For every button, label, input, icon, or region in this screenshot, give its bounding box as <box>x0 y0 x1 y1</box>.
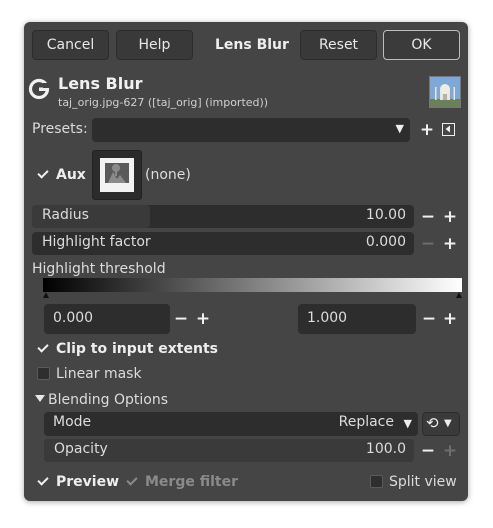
lens-blur-dialog: Cancel Help Lens Blur Reset OK Lens Blur… <box>24 22 468 501</box>
linear-mask-checkbox[interactable] <box>37 367 50 380</box>
image-icon <box>105 163 129 183</box>
cancel-button[interactable]: Cancel <box>32 30 109 60</box>
chevron-down-icon: ▼ <box>395 122 404 135</box>
aux-label: Aux <box>56 167 86 183</box>
filter-source: taj_orig.jpg-627 ([taj_orig] (imported)) <box>58 96 269 109</box>
rotate-icon: ⟲ <box>426 414 439 432</box>
highlight-factor-increase-button[interactable]: + <box>441 235 459 253</box>
split-view-label: Split view <box>389 474 457 490</box>
radius-decrease-button[interactable]: − <box>419 208 437 226</box>
threshold-high-decrease-button[interactable]: − <box>420 310 438 328</box>
aux-checkbox[interactable] <box>37 168 50 181</box>
threshold-low-value: 0.000 <box>53 310 94 326</box>
threshold-low-decrease-button[interactable]: − <box>172 310 190 328</box>
filter-name: Lens Blur <box>58 74 143 93</box>
blending-options-label[interactable]: Blending Options <box>48 392 168 408</box>
reset-button[interactable]: Reset <box>300 30 377 60</box>
aux-swatch <box>100 158 134 192</box>
gegl-icon <box>28 78 50 100</box>
opacity-decrease-button[interactable]: − <box>419 442 437 460</box>
chevron-down-icon: ▼ <box>444 418 452 429</box>
radius-value: 10.00 <box>365 207 406 223</box>
mode-label: Mode <box>53 414 92 430</box>
threshold-low-input[interactable]: 0.000 <box>44 304 170 334</box>
chevron-down-icon: ▼ <box>403 417 412 430</box>
preview-label: Preview <box>56 474 120 490</box>
aux-value: (none) <box>145 167 191 183</box>
highlight-factor-label: Highlight factor <box>42 234 151 250</box>
highlight-factor-value: 0.000 <box>365 234 406 250</box>
expander-triangle-icon[interactable] <box>35 395 45 402</box>
preset-menu-icon[interactable] <box>442 123 455 136</box>
presets-combo[interactable]: ▼ <box>92 118 410 142</box>
ok-button[interactable]: OK <box>383 30 460 60</box>
threshold-low-handle[interactable] <box>43 292 49 298</box>
radius-increase-button[interactable]: + <box>441 208 459 226</box>
highlight-threshold-label: Highlight threshold <box>32 261 166 277</box>
aux-preview[interactable] <box>92 150 142 200</box>
highlight-factor-slider[interactable]: Highlight factor 0.000 <box>32 232 414 255</box>
clip-label: Clip to input extents <box>56 341 218 357</box>
mode-value: Replace <box>338 414 394 430</box>
split-view-checkbox[interactable] <box>370 475 383 488</box>
merge-filter-label: Merge filter <box>145 474 238 490</box>
add-preset-icon[interactable]: + <box>418 121 436 139</box>
composite-mode-button[interactable]: ⟲ ▼ <box>422 412 460 436</box>
threshold-high-input[interactable]: 1.000 <box>298 304 416 334</box>
radius-label: Radius <box>42 207 89 223</box>
threshold-high-increase-button[interactable]: + <box>441 310 459 328</box>
opacity-increase-button[interactable]: + <box>441 442 459 460</box>
highlight-factor-decrease-button[interactable]: − <box>419 235 437 253</box>
threshold-high-value: 1.000 <box>307 310 348 326</box>
opacity-value: 100.0 <box>365 441 406 457</box>
preview-checkbox[interactable] <box>37 475 50 488</box>
mode-combo[interactable]: Mode Replace ▼ <box>44 412 418 436</box>
presets-label: Presets: <box>32 121 88 137</box>
dialog-title: Lens Blur <box>215 37 289 53</box>
help-button[interactable]: Help <box>116 30 193 60</box>
threshold-high-handle[interactable] <box>456 292 462 298</box>
merge-filter-checkbox[interactable] <box>126 475 139 488</box>
image-thumbnail <box>429 76 461 108</box>
opacity-slider[interactable]: Opacity 100.0 <box>44 439 414 462</box>
opacity-label: Opacity <box>54 441 108 457</box>
radius-slider[interactable]: Radius 10.00 <box>32 205 414 228</box>
linear-mask-label: Linear mask <box>56 366 142 382</box>
threshold-gradient-bar <box>43 278 462 292</box>
threshold-low-increase-button[interactable]: + <box>194 310 212 328</box>
clip-checkbox[interactable] <box>37 342 50 355</box>
